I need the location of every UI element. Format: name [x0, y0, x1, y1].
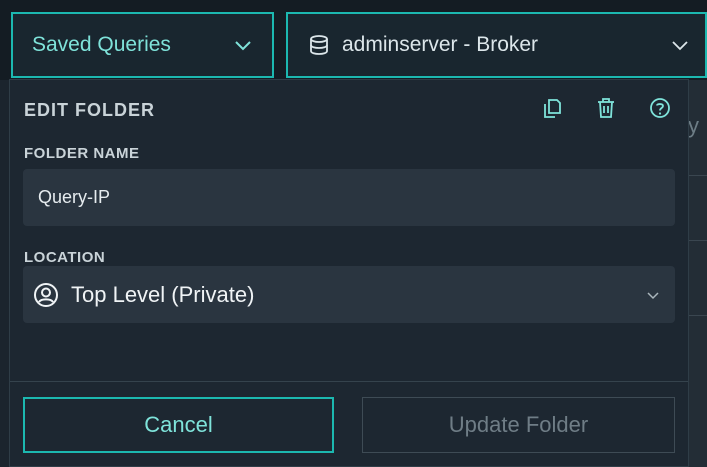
chevron-down-icon — [669, 34, 691, 56]
background-divider — [688, 240, 707, 241]
location-label: LOCATION — [24, 249, 106, 266]
server-label: adminserver - Broker — [342, 33, 539, 56]
chevron-down-icon — [645, 287, 661, 303]
folder-name-label: FOLDER NAME — [24, 145, 140, 162]
location-value: Top Level (Private) — [71, 281, 255, 307]
cancel-button[interactable]: Cancel — [23, 397, 334, 453]
background-text-fragment: y — [688, 113, 699, 138]
copy-icon[interactable] — [540, 96, 564, 120]
saved-queries-dropdown[interactable]: Saved Queries — [11, 12, 274, 78]
footer-divider — [10, 381, 688, 382]
update-folder-button[interactable]: Update Folder — [362, 397, 675, 453]
saved-queries-label: Saved Queries — [32, 33, 171, 56]
edit-folder-panel: EDIT FOLDER FOLDER NAME Query-IP LOCATIO… — [9, 79, 689, 467]
top-toolbar: Saved Queries adminserver - Broker — [0, 0, 707, 80]
user-icon — [33, 282, 59, 308]
background-divider — [688, 175, 707, 176]
folder-name-input[interactable] — [23, 169, 675, 226]
panel-actions — [540, 96, 672, 120]
help-icon[interactable] — [648, 96, 672, 120]
panel-title: EDIT FOLDER — [24, 100, 155, 120]
background-divider — [688, 315, 707, 316]
database-icon — [308, 34, 330, 56]
chevron-down-icon — [232, 34, 254, 56]
server-select[interactable]: adminserver - Broker — [286, 12, 707, 78]
trash-icon[interactable] — [594, 96, 618, 120]
location-select[interactable]: Top Level (Private) — [23, 266, 675, 323]
app-root: Saved Queries adminserver - Broker y EDI… — [0, 0, 707, 467]
